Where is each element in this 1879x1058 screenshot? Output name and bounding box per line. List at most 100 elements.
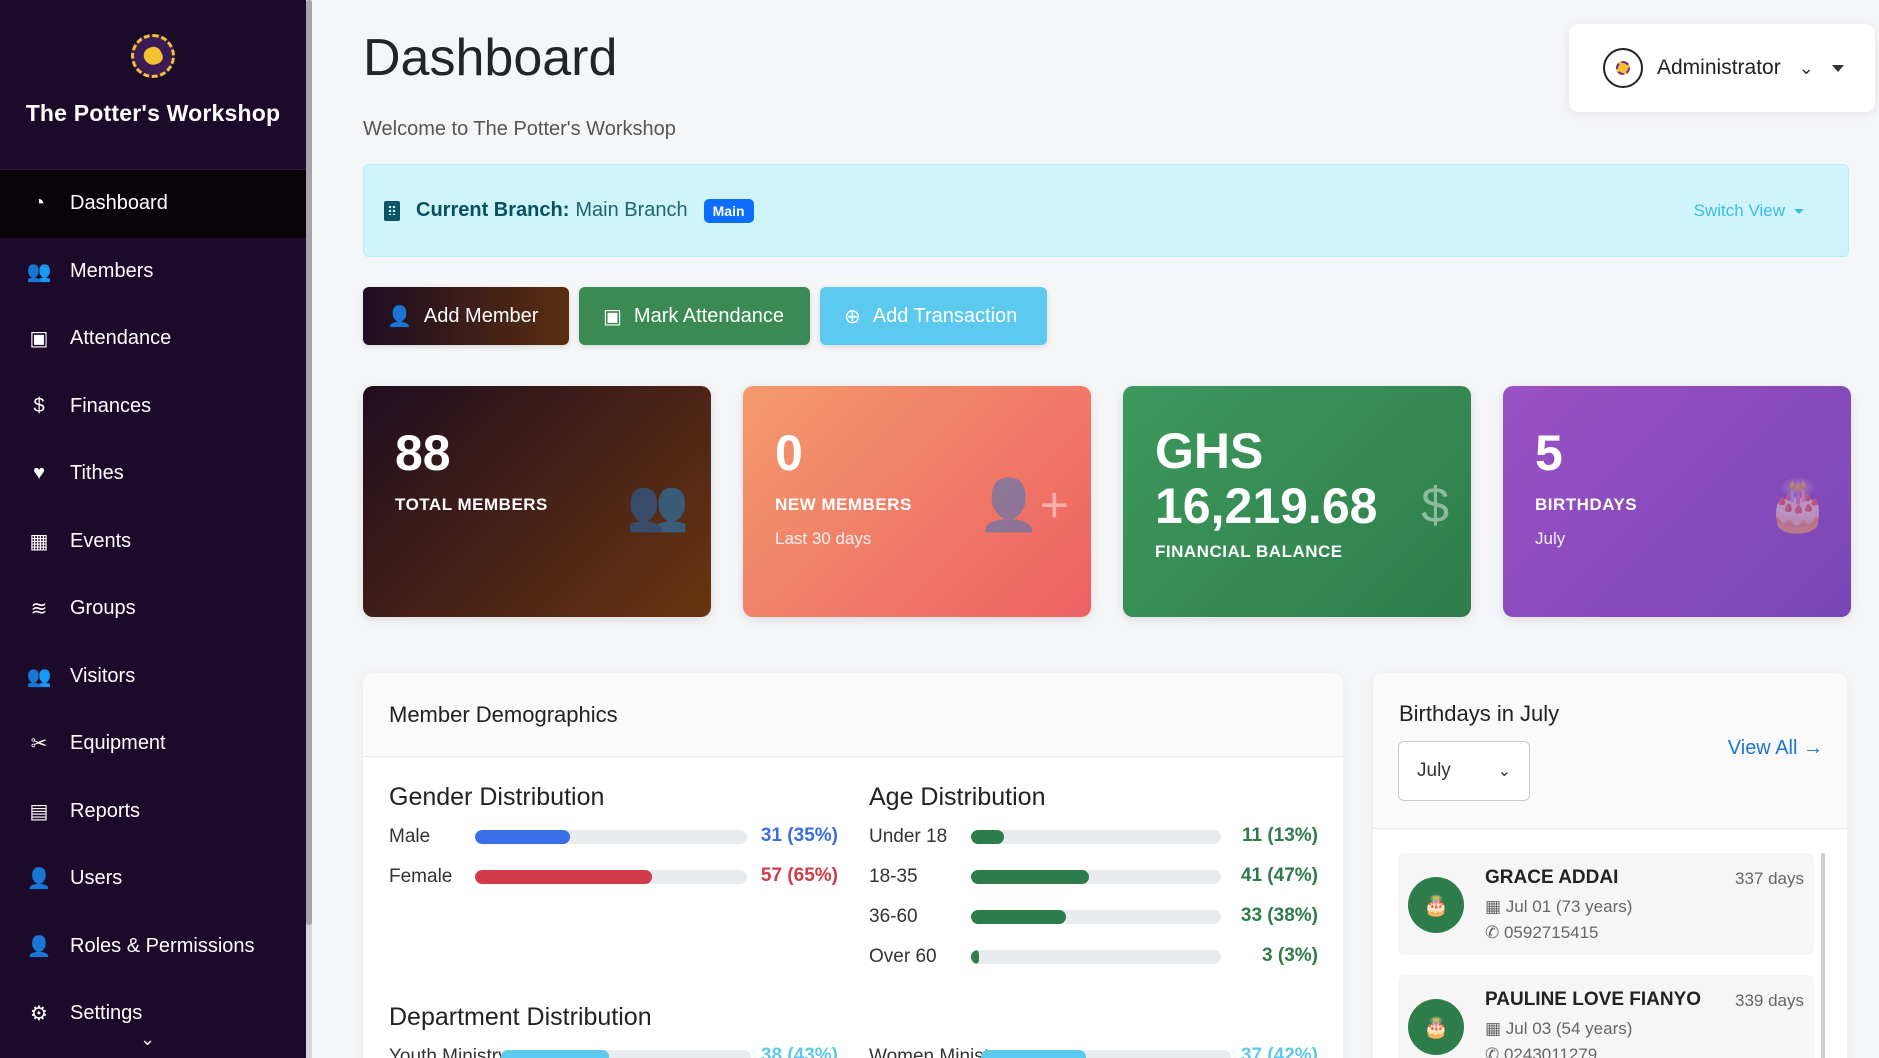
mark-attendance-button[interactable]: ▣ Mark Attendance [579,287,810,345]
dept-row-value: 38 (43%) [760,1045,838,1058]
sidebar-item-dashboard[interactable]: ◔ Dashboard [0,170,306,238]
age-row-label: 18-35 [869,865,918,889]
sidebar-item-tithes[interactable]: ♥ Tithes [0,440,306,508]
birthday-days: 337 days [1735,869,1804,888]
age-progress-fill [971,870,1089,884]
dept-progress-fill [501,1050,609,1058]
birthdays-card: Birthdays in July July ⌄ View All → 🎂 GRA… [1373,673,1847,1058]
age-progress-bar [971,870,1221,884]
birthday-cake-icon: 🎂 [1408,877,1464,933]
building-icon [384,200,400,221]
page-subtitle: Welcome to The Potter's Workshop [363,118,676,140]
stat-label: FINANCIAL BALANCE [1155,542,1343,561]
age-progress-fill [971,910,1066,924]
calendar-icon: ▦ [29,530,49,553]
avatar [1603,48,1643,88]
dollar-icon: $ [33,394,45,417]
sidebar-item-label: Users [70,867,123,890]
add-member-button[interactable]: 👤 Add Member [363,287,569,345]
sidebar-item-visitors[interactable]: 👥 Visitors [0,643,306,711]
sidebar-item-users[interactable]: 👤 Users [0,845,306,913]
age-row-value: 33 (38%) [1240,905,1318,926]
chevron-down-icon[interactable]: ⌄ [1799,58,1814,79]
birthday-date: ▦ Jul 03 (54 years) [1485,1019,1632,1039]
birthday-date-text: Jul 03 (54 years) [1505,1019,1633,1038]
age-progress-bar [971,950,1221,964]
mark-attendance-label: Mark Attendance [633,304,784,327]
sidebar-item-label: Dashboard [70,192,168,215]
tachometer-icon: ◔ [32,192,46,215]
chevron-down-icon[interactable]: ⌄ [140,1029,155,1050]
birthdays-header: Birthdays in July July ⌄ View All → [1373,673,1847,829]
birthday-list-item[interactable]: 🎂 GRACE ADDAI 337 days ▦ Jul 01 (73 years) ✆… [1398,853,1814,955]
birthday-phone-text: 0592715415 [1503,923,1599,942]
dept-row-label: Youth Ministry [389,1045,508,1058]
user-plus-icon: 👤 [387,305,412,328]
stat-card-new-members: 0 NEW MEMBERS Last 30 days 👤+ [743,386,1091,617]
age-progress-fill [971,950,979,964]
sidebar-scrollbar-thumb[interactable] [306,0,312,925]
row-label: Male [389,826,431,847]
branch-badge: Main [703,198,754,223]
chevron-down-icon: ⌄ [1497,763,1511,780]
sidebar-item-events[interactable]: ▦ Events [0,508,306,576]
row-label: Youth Ministry [389,1046,508,1058]
sidebar-item-label: Roles & Permissions [70,934,255,957]
stat-value: 5 [1535,425,1563,481]
dollar-icon: $ [1421,477,1449,533]
add-transaction-label: Add Transaction [872,304,1018,327]
sidebar-item-label: Members [70,259,154,282]
age-progress-fill [971,830,1004,844]
sidebar-item-attendance[interactable]: ▣ Attendance [0,305,306,373]
member-demographics-card: Member Demographics Gender Distribution … [363,673,1343,1058]
caret-down-icon[interactable] [1831,64,1844,72]
brand: The Potter's Workshop [0,0,306,170]
birthdays-title: Birthdays in July [1399,701,1560,726]
gender-progress-fill [475,870,652,884]
view-all-link[interactable]: View All → [1728,737,1823,760]
stat-value: 88 [395,425,451,481]
branch-label: Current Branch: [416,199,570,221]
row-label: 18-35 [869,866,918,887]
sidebar-item-label: Events [70,529,132,552]
plus-circle-icon: ⊕ [844,305,861,328]
birthday-list-item[interactable]: 🎂 PAULINE LOVE FIANYO 339 days ▦ Jul 03 (54… [1398,975,1814,1058]
age-row-label: 36-60 [869,905,918,929]
user-lock-icon: 👤 [26,935,52,958]
dept-progress-bar [501,1050,751,1058]
sidebar-scrollbar[interactable] [306,0,312,1058]
sidebar-item-label: Reports [70,799,141,822]
sidebar-item-finances[interactable]: $ Finances [0,373,306,441]
sidebar-item-roles-permissions[interactable]: 👤 Roles & Permissions [0,913,306,981]
dept-progress-bar [981,1050,1231,1058]
gender-progress-fill [475,830,571,844]
birthday-name: PAULINE LOVE FIANYO [1485,989,1702,1010]
card-title: Member Demographics [363,673,1343,757]
age-row-value: 11 (13%) [1241,825,1318,846]
month-select[interactable]: July ⌄ [1398,741,1530,801]
user-friends-icon: 👥 [26,665,52,688]
user-cog-icon: 👤 [26,868,52,891]
sidebar-item-reports[interactable]: ▤ Reports [0,778,306,846]
birthday-date-text: Jul 01 (73 years) [1505,897,1633,916]
age-row-value: 41 (47%) [1240,865,1318,886]
sidebar-item-groups[interactable]: ≋ Groups [0,575,306,643]
sidebar-item-label: Tithes [70,462,124,485]
add-transaction-button[interactable]: ⊕ Add Transaction [820,287,1047,345]
age-distribution-title: Age Distribution [869,783,1046,811]
sidebar-item-label: Finances [70,394,152,417]
sidebar-item-members[interactable]: 👥 Members [0,238,306,306]
age-row-label: Over 60 [869,945,937,969]
birthday-cake-icon: 🎂 [1766,477,1829,533]
row-label: 36-60 [869,906,918,927]
user-menu[interactable]: Administrator ⌄ [1569,24,1875,112]
birthdays-scrollbar[interactable] [1821,853,1825,1058]
add-member-label: Add Member [423,304,539,327]
stat-card-birthdays: 5 BIRTHDAYS July 🎂 [1503,386,1851,617]
switch-view-dropdown[interactable]: Switch View [1694,201,1804,221]
sidebar: The Potter's Workshop ◔ Dashboard 👥 Members… [0,0,306,1058]
branch-alert: Current Branch: Main Branch Main Switch … [363,164,1849,257]
gender-row-value: 31 (35%) [760,825,838,846]
stat-card-financial-balance: GHS 16,219.68 FINANCIAL BALANCE $ [1123,386,1471,617]
sidebar-item-equipment[interactable]: ✂ Equipment [0,710,306,778]
